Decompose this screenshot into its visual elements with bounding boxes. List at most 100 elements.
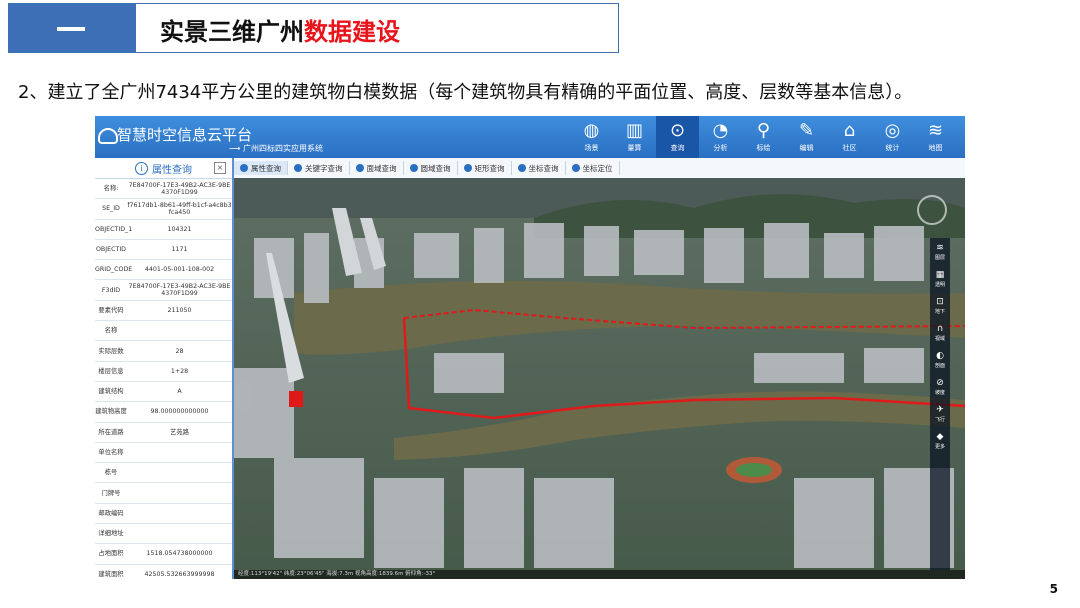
slide-title: 实景三维广州数据建设	[160, 12, 400, 47]
attribute-value: 艺苑路	[170, 428, 189, 436]
map-3d-view[interactable]: ≋ 图层 ▦ 透明 ⊡ 地下 ∩ 视域 ◐ 剖面 ⊘ 坡度 ✈ 飞行 ◆ 更多 经度:113°19'42" 纬…	[234, 178, 965, 579]
map-tool-2[interactable]: ⊡ 地下	[935, 292, 945, 319]
attribute-key: 名称:	[103, 185, 119, 193]
attribute-key: OBJECTID	[95, 246, 127, 254]
toolbar-item-0[interactable]: ◍ 场景	[570, 116, 613, 158]
attribute-key: OBJECTID_1	[95, 225, 133, 233]
map-tool-label: 视域	[934, 335, 945, 342]
slope-icon: ⊘	[936, 377, 944, 388]
attribute-row: 所在道路 艺苑路	[95, 423, 232, 443]
query-tab-label: 属性查询	[251, 163, 281, 173]
app-subtitle: ⟶ 广州四标四实应用系统	[229, 144, 324, 153]
query-tab-icon	[294, 164, 302, 172]
attribute-value: 1518.054738000000	[146, 550, 213, 558]
query-tab-icon	[517, 164, 526, 172]
map-tool-0[interactable]: ≋ 图层	[935, 238, 945, 265]
query-tab-4[interactable]: 矩形查询	[458, 161, 512, 175]
attribute-row: SE_ID f7617db1-8b61-49ff-b1cf-a4c8b3fca45…	[95, 199, 232, 220]
attribute-key: 单位名称	[98, 449, 124, 456]
toolbar-item-label: 分析	[713, 144, 728, 152]
toolbar-item-label: 统计	[885, 144, 900, 152]
toolbar-item-8[interactable]: ≋ 地图	[914, 116, 957, 158]
toolbar-item-2[interactable]: ⊙ 查询	[656, 116, 699, 158]
globe-icon: ◍	[583, 120, 600, 141]
toolbar-item-4[interactable]: ⚲ 标绘	[742, 116, 785, 158]
query-tab-0[interactable]: 属性查询	[234, 161, 288, 175]
attribute-row: 实际层数 28	[95, 341, 232, 362]
toolbar-item-label: 地图	[928, 144, 943, 152]
query-tab-5[interactable]: 坐标查询	[512, 161, 566, 175]
query-tab-label: 面域查询	[366, 163, 397, 173]
community-icon: ⌂	[843, 120, 856, 141]
attribute-key: 占地面积	[98, 550, 124, 558]
layers-icon: ≋	[936, 242, 944, 253]
attribute-value: 7E84700F-17E3-49B2-AC3E-9BE4370F1D99	[128, 181, 231, 196]
attribute-row: 门牌号	[95, 483, 232, 504]
attribute-value: 211050	[167, 306, 192, 314]
attribute-row: 占地面积 1518.054738000000	[95, 544, 232, 565]
map-tool-label: 图层	[934, 254, 945, 261]
attribute-row: 单位名称	[95, 443, 232, 464]
attribute-row: OBJECTID 1171	[95, 240, 232, 261]
attribute-key: 邮政编码	[98, 509, 124, 517]
toolbar-item-7[interactable]: ◎ 统计	[871, 116, 914, 158]
attribute-value: 98.000000000000	[150, 408, 209, 416]
attribute-key: 门牌号	[101, 489, 121, 497]
map-tool-3[interactable]: ∩ 视域	[935, 319, 945, 346]
map-tool-6[interactable]: ✈ 飞行	[935, 400, 945, 427]
arch-icon: ∩	[936, 323, 944, 334]
map-tool-label: 更多	[934, 443, 945, 450]
app-title: 智慧时空信息云平台	[117, 126, 253, 144]
location-pin-icon: ⚲	[756, 120, 771, 141]
map-tool-4[interactable]: ◐ 剖面	[935, 346, 945, 373]
map-tool-label: 透明	[934, 281, 945, 288]
attribute-row: 要素代码 211050	[95, 301, 232, 322]
attribute-row: 栋号	[95, 463, 232, 484]
toolbar-item-label: 编辑	[799, 144, 814, 152]
map-tool-label: 剖面	[934, 362, 945, 369]
toolbar-item-label: 标绘	[756, 144, 771, 152]
map-tool-label: 坡度	[934, 389, 945, 396]
attribute-value: 28	[175, 347, 184, 355]
attribute-value: A	[177, 388, 182, 396]
layers2-icon: ◆	[936, 431, 944, 442]
panel-header: i 属性查询 ×	[95, 158, 232, 179]
analysis-icon: ◔	[712, 120, 729, 141]
attribute-key: 建筑面积	[98, 570, 124, 578]
query-tab-1[interactable]: 关键字查询	[288, 161, 350, 175]
attribute-key: 要素代码	[98, 306, 124, 314]
toolbar-item-1[interactable]: ▥ 量算	[613, 116, 656, 158]
app-topbar: 智慧时空信息云平台 ⟶ 广州四标四实应用系统 ◍ 场景 ▥ 量算 ⊙ 查询 ◔ 分析 ⚲ 标绘 ✎ 编…	[95, 116, 965, 158]
compass-icon[interactable]	[917, 195, 947, 225]
attribute-value: 7E84700F-17E3-49B2-AC3E-9BE4370F1D99	[128, 283, 231, 298]
attribute-key: 栋号	[104, 469, 118, 477]
attribute-value: 42505.532663999998	[144, 570, 215, 578]
profile-icon: ◐	[936, 350, 944, 361]
map-tool-1[interactable]: ▦ 透明	[935, 265, 945, 292]
toolbar-item-3[interactable]: ◔ 分析	[699, 116, 742, 158]
toolbar-item-5[interactable]: ✎ 编辑	[785, 116, 828, 158]
flight-icon: ✈	[936, 404, 944, 415]
attribute-key: 名称	[104, 327, 118, 335]
query-tab-label: 矩形查询	[474, 163, 505, 173]
layers-icon: ≋	[927, 120, 944, 141]
city-scene	[234, 178, 965, 579]
map-tool-label: 地下	[934, 308, 945, 315]
map-tool-5[interactable]: ⊘ 坡度	[935, 373, 945, 400]
main-toolbar: ◍ 场景 ▥ 量算 ⊙ 查询 ◔ 分析 ⚲ 标绘 ✎ 编辑 ⌂ 社区 ◎ 统计 ≋ 地图	[570, 116, 957, 158]
attribute-value: 1+28	[170, 367, 189, 375]
attribute-key: 建筑物高度	[95, 408, 127, 416]
query-tab-label: 关键字查询	[305, 163, 343, 173]
attribute-row: 建筑物高度 98.000000000000	[95, 402, 232, 423]
attribute-row: 名称: 7E84700F-17E3-49B2-AC3E-9BE4370F1D99	[95, 179, 232, 200]
query-tab-3[interactable]: 圆域查询	[404, 161, 458, 175]
toolbar-item-6[interactable]: ⌂ 社区	[828, 116, 871, 158]
map-tool-7[interactable]: ◆ 更多	[935, 427, 945, 454]
attribute-value: 104321	[167, 225, 192, 233]
query-tab-2[interactable]: 面域查询	[350, 161, 404, 175]
close-icon[interactable]: ×	[214, 162, 226, 174]
attribute-row: GRID_CODE 4401-05-001-108-002	[95, 260, 232, 281]
attribute-key: SE_ID	[102, 205, 120, 213]
query-tab-6[interactable]: 坐标定位	[566, 161, 620, 175]
attribute-row: 详细地址	[95, 524, 232, 545]
